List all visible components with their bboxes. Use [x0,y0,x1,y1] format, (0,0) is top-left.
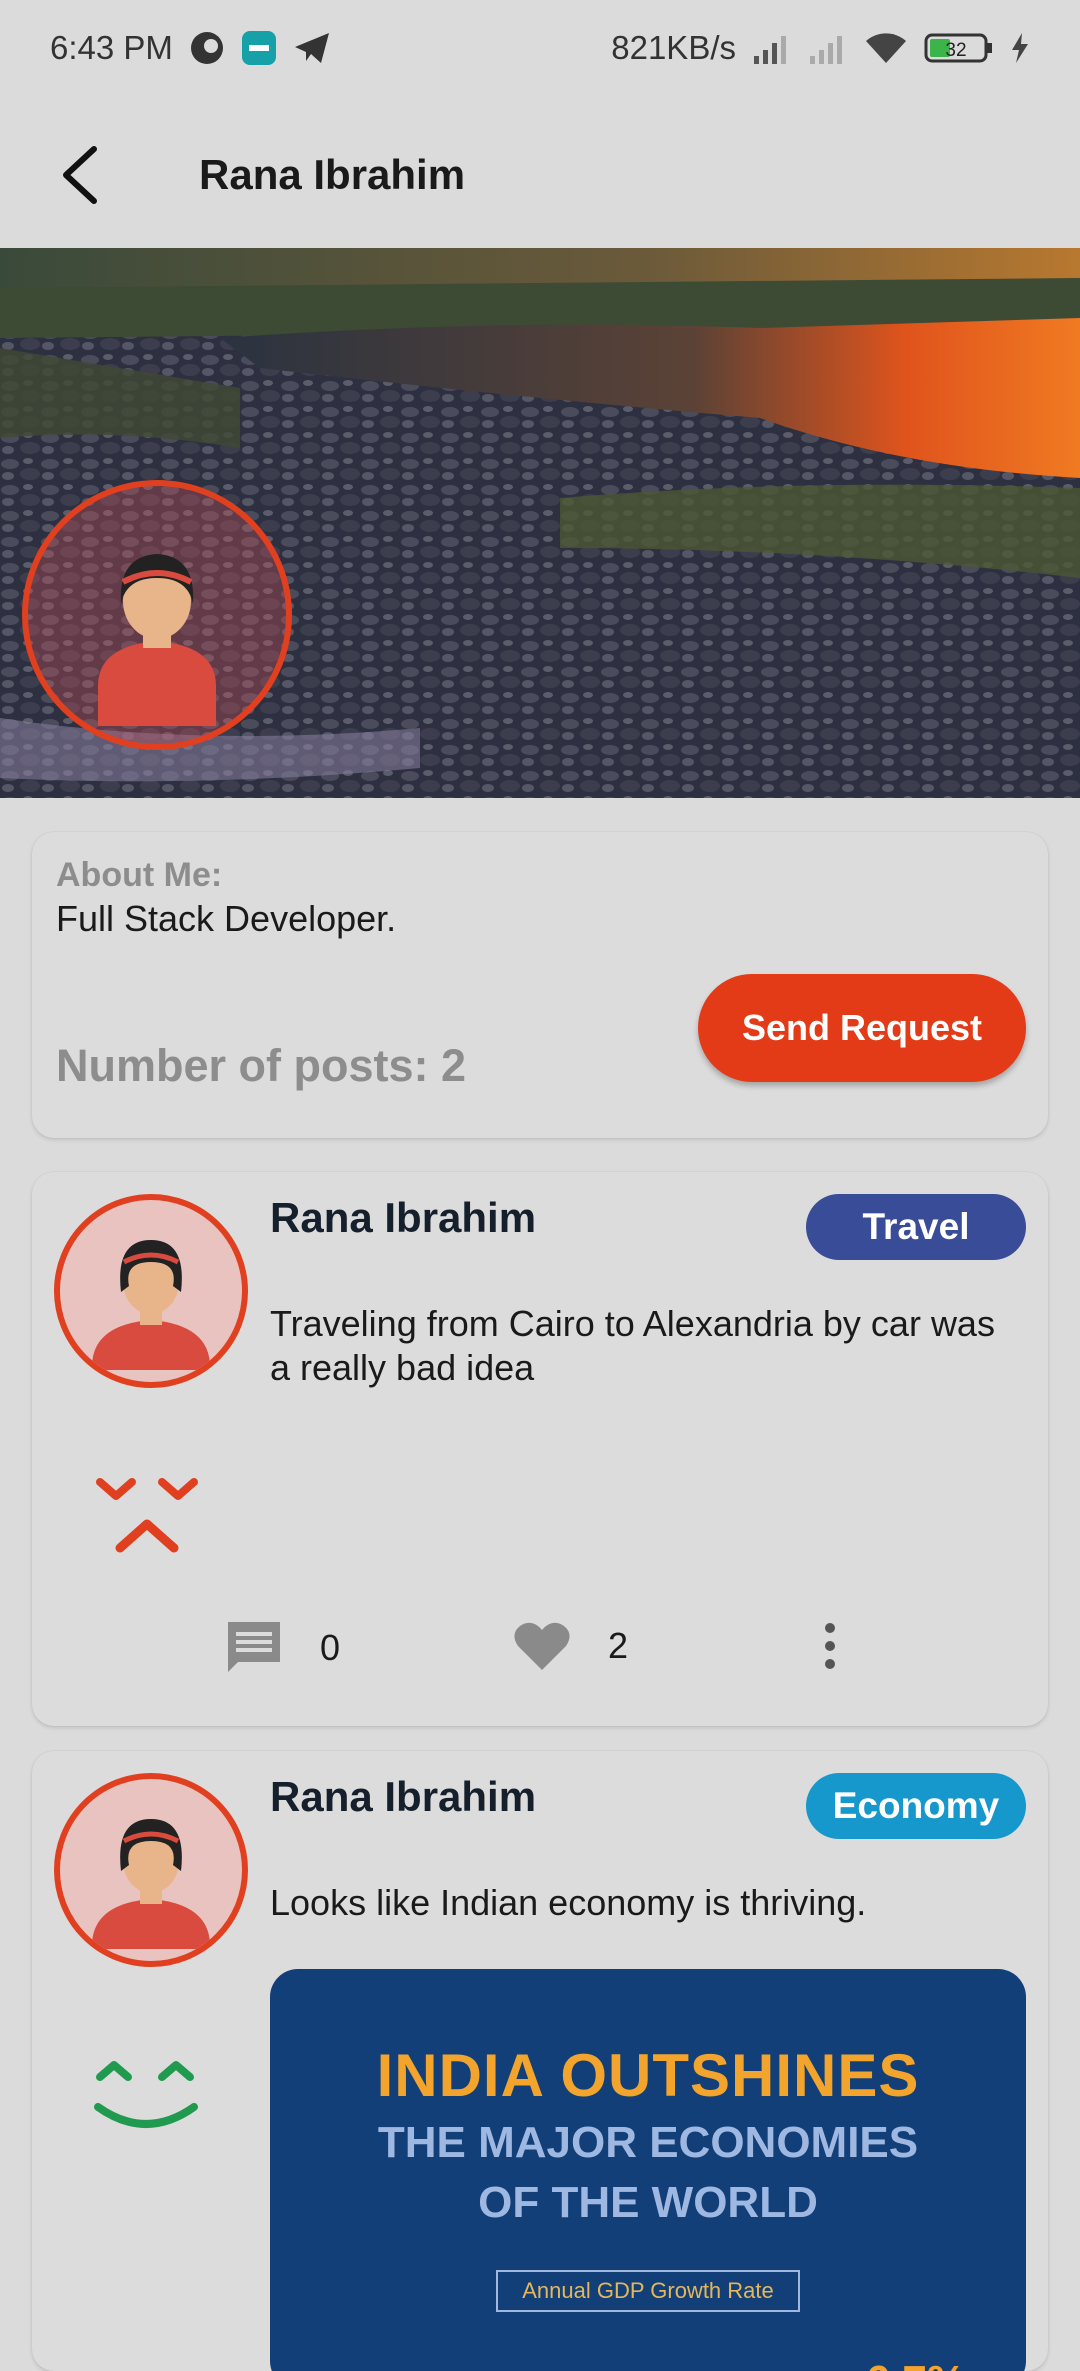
about-label: About Me: [56,856,223,894]
image-partial-value: 6.7% [866,2357,966,2371]
heart-icon [514,1622,570,1670]
signal-icon [752,32,792,64]
post-image[interactable]: INDIA OUTSHINES THE MAJOR ECONOMIES OF T… [270,1969,1026,2371]
profile-avatar[interactable] [22,480,292,750]
arrow-back-icon [63,146,97,204]
posts-count: Number of posts: 2 [56,1040,467,1091]
comment-button[interactable]: 0 [224,1618,340,1678]
image-subheadline-2: OF THE WORLD [478,2178,818,2227]
image-headline: INDIA OUTSHINES [376,2042,920,2109]
like-count: 2 [608,1625,629,1666]
post-author-avatar[interactable] [54,1194,248,1388]
news-app-icon [241,30,277,66]
signal-2-icon [808,32,848,64]
telegram-icon [293,30,331,66]
female-avatar-icon [91,1819,211,1949]
battery-level: 32 [945,40,966,61]
battery-icon: 32 [924,32,994,64]
charging-icon [1010,32,1030,64]
about-card: About Me: Full Stack Developer. Number o… [32,832,1048,1138]
comment-count: 0 [320,1627,341,1668]
back-button[interactable] [40,135,120,215]
about-text: Full Stack Developer. [56,898,397,939]
app-icon [189,30,225,66]
more-vert-icon [825,1623,835,1669]
like-button[interactable]: 2 [512,1618,628,1674]
post-author-avatar[interactable] [54,1773,248,1967]
network-speed: 821KB/s [611,29,736,66]
female-avatar-icon [98,554,216,726]
post-actions: 0 2 [32,1608,1048,1698]
image-subheadline-1: THE MAJOR ECONOMIES [377,2118,919,2167]
image-caption-box: Annual GDP Growth Rate [496,2270,800,2312]
post-tag[interactable]: Economy [806,1773,1026,1839]
post-text: Looks like Indian economy is thriving. [270,1882,867,1923]
post-author-name: Rana Ibrahim [270,1773,537,1820]
page-title: Rana Ibrahim [199,151,466,198]
send-request-button[interactable]: Send Request [698,974,1026,1082]
wifi-icon [864,31,908,65]
happy-face-icon [72,2041,222,2161]
post-tag[interactable]: Travel [806,1194,1026,1260]
post-card[interactable]: Rana Ibrahim Travel Traveling from Cairo… [32,1172,1048,1726]
more-options-button[interactable] [820,1618,840,1674]
sad-face-icon [72,1468,222,1588]
status-time: 6:43 PM [50,29,173,66]
post-text: Traveling from Cairo to Alexandria by ca… [270,1303,995,1388]
app-bar: Rana Ibrahim [0,110,1080,240]
post-card[interactable]: Rana Ibrahim Economy Looks like Indian e… [32,1751,1048,2371]
post-author-name: Rana Ibrahim [270,1194,537,1241]
comment-icon [228,1622,280,1672]
female-avatar-icon [91,1240,211,1370]
status-bar: 6:43 PM 821KB/s 32 [0,0,1080,96]
